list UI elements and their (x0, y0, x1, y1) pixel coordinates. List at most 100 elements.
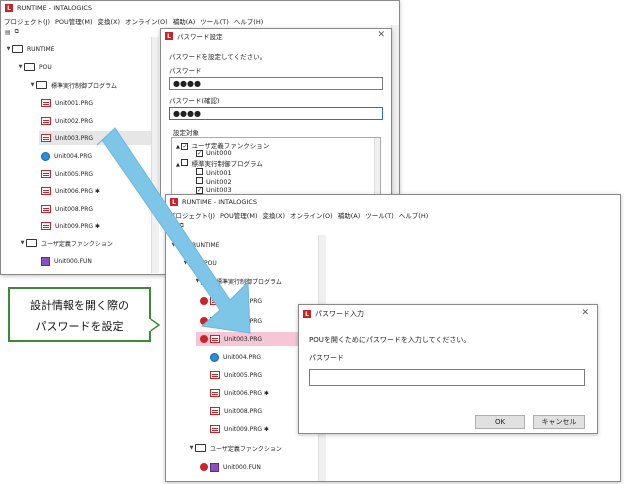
close-icon[interactable]: ✕ (377, 30, 385, 40)
menu-online[interactable]: オンライン(O) (125, 16, 168, 26)
program-icon (41, 134, 51, 142)
password-input[interactable] (309, 369, 585, 386)
new-icon[interactable]: ▤ (5, 29, 11, 36)
menu-help[interactable]: ヘルプ(H) (399, 210, 428, 220)
menu-convert[interactable]: 変換(X) (97, 16, 120, 26)
tree-item[interactable]: Unit003.PRG (41, 132, 93, 144)
tree-item[interactable]: Unit002.PRG (41, 115, 93, 127)
target-item[interactable]: ✓ Unit000 (196, 149, 232, 157)
checkbox[interactable]: ✓ (181, 143, 189, 150)
checkbox[interactable] (196, 168, 203, 175)
menu-online[interactable]: オンライン(O) (290, 210, 333, 220)
window-title: RUNTIME - INTALOGICS (182, 198, 258, 206)
expand-arrow-icon[interactable]: ▼ (194, 278, 201, 284)
callout-line-2: パスワードを設定 (35, 320, 124, 333)
dialog-title-bar: L パスワード入力 (299, 305, 597, 323)
menu-assist[interactable]: 補助(A) (173, 16, 196, 26)
tree-item[interactable]: Unit004.PRG (210, 351, 261, 363)
tree-item[interactable]: Unit000.FUN (200, 461, 261, 473)
menu-pou[interactable]: POU管理(M) (220, 210, 257, 220)
new-icon[interactable]: ▤ (170, 223, 176, 230)
menu-assist[interactable]: 補助(A) (338, 210, 361, 220)
menu-convert[interactable]: 変換(X) (262, 210, 285, 220)
menu-pou[interactable]: POU管理(M) (55, 16, 92, 26)
menu-help[interactable]: ヘルプ(H) (234, 16, 263, 26)
expand-arrow-icon[interactable]: ▼ (5, 46, 12, 52)
expand-arrow-icon[interactable]: ▼ (19, 240, 26, 246)
title-bar: L RUNTIME - INTALOGICS (166, 195, 620, 209)
dialog-title: パスワード設定 (177, 33, 223, 41)
callout-pointer (149, 317, 161, 333)
password-input-dialog: L パスワード入力 ✕ POUを開くためにパスワードを入力してください。 パスワ… (298, 304, 598, 434)
expand-arrow-icon[interactable]: ▼ (188, 445, 195, 451)
program-icon (210, 389, 220, 397)
tree-item[interactable]: Unit005.PRG (210, 369, 262, 381)
tree-item-selected[interactable]: Unit003.PRG (200, 333, 262, 345)
checkbox[interactable]: ✓ (196, 187, 203, 194)
dialog-title-bar: L パスワード設定 (161, 29, 391, 43)
checkbox[interactable] (196, 177, 203, 184)
tree-item[interactable]: Unit005.PRG (41, 168, 93, 180)
tree-item[interactable]: Unit008.PRG (41, 203, 93, 215)
cancel-button[interactable]: キャンセル (533, 415, 585, 429)
folder-icon (195, 444, 206, 452)
folder-icon (36, 81, 47, 89)
target-item[interactable]: ▲ 標準実行制御プログラム (176, 158, 263, 168)
menu-project[interactable]: プロジェクト(J) (169, 210, 215, 220)
checkbox[interactable]: ✓ (196, 150, 203, 157)
tree-item[interactable]: Unit009.PRG ✱ (210, 423, 269, 435)
program-icon (41, 99, 51, 107)
expand-arrow-icon[interactable]: ▼ (170, 242, 177, 248)
folder-icon (201, 277, 212, 285)
program-icon (210, 335, 220, 343)
tree-item[interactable]: Unit002.PRG (200, 315, 262, 327)
tree-item[interactable]: Unit006.PRG ✱ (41, 185, 100, 197)
menu-tools[interactable]: ツール(T) (365, 210, 394, 220)
copy-icon[interactable]: ⧉ (180, 222, 184, 230)
password-label: パスワード (309, 354, 344, 362)
tree-item[interactable]: Unit000.FUN (41, 255, 92, 267)
tree-node-user-group[interactable]: ▼ ユーザ定義ファンクション (188, 442, 282, 454)
tree-item[interactable]: Unit009.PRG ✱ (41, 220, 100, 232)
copy-icon[interactable]: ⧉ (15, 28, 19, 36)
tree-item[interactable]: Unit001.PRG (200, 295, 262, 307)
tree-node-group[interactable]: ▼ 標準実行制御プログラム (194, 275, 282, 287)
tree-item[interactable]: Unit001.PRG (41, 97, 93, 109)
tree-item[interactable]: Unit008.PRG (210, 405, 262, 417)
globe-icon (41, 151, 50, 161)
tree-node-user-group[interactable]: ▼ ユーザ定義ファンクション (19, 237, 113, 249)
expand-arrow-icon[interactable]: ▼ (182, 260, 189, 266)
function-icon (210, 462, 219, 472)
target-item[interactable]: Unit001 (196, 168, 232, 177)
menu-project[interactable]: プロジェクト(J) (4, 16, 50, 26)
menu-tools[interactable]: ツール(T) (200, 16, 229, 26)
function-icon (41, 256, 50, 266)
tree-node-pou[interactable]: ▼ POU (17, 61, 52, 73)
expand-arrow-icon[interactable]: ▼ (29, 82, 36, 88)
app-logo-icon: L (165, 32, 173, 40)
tree-item[interactable]: Unit006.PRG ✱ (210, 387, 269, 399)
expand-arrow-icon[interactable]: ▼ (17, 64, 24, 70)
checkbox[interactable] (181, 159, 189, 166)
window-title: RUNTIME - INTALOGICS (17, 4, 93, 12)
program-icon (210, 425, 220, 433)
tree-item[interactable]: Unit004.PRG (41, 150, 92, 162)
tree-node-pou[interactable]: ▼ POU (182, 257, 217, 269)
ok-button[interactable]: OK (475, 415, 525, 429)
password-setup-dialog: L パスワード設定 ✕ パスワードを設定してください。 パスワード ●●●● パ… (160, 28, 392, 206)
confirm-password-field[interactable]: ●●●● (169, 107, 383, 120)
tree-scrollbar[interactable] (151, 37, 159, 273)
tree-node-group[interactable]: ▼ 標準実行制御プログラム (29, 79, 117, 91)
program-icon (210, 371, 220, 379)
password-label: パスワード (169, 67, 202, 75)
target-item[interactable]: ✓ Unit003 (196, 186, 232, 194)
folder-icon (189, 259, 200, 267)
close-icon[interactable]: ✕ (581, 308, 589, 318)
folder-icon (12, 45, 23, 53)
lock-icon (200, 463, 208, 471)
tree-node-root[interactable]: ▼ RUNTIME (170, 239, 219, 251)
toolbar: ▤ ⧉ (166, 221, 620, 231)
target-item[interactable]: Unit002 (196, 177, 232, 186)
tree-node-root[interactable]: ▼ RUNTIME (5, 43, 54, 55)
password-field[interactable]: ●●●● (169, 77, 383, 90)
